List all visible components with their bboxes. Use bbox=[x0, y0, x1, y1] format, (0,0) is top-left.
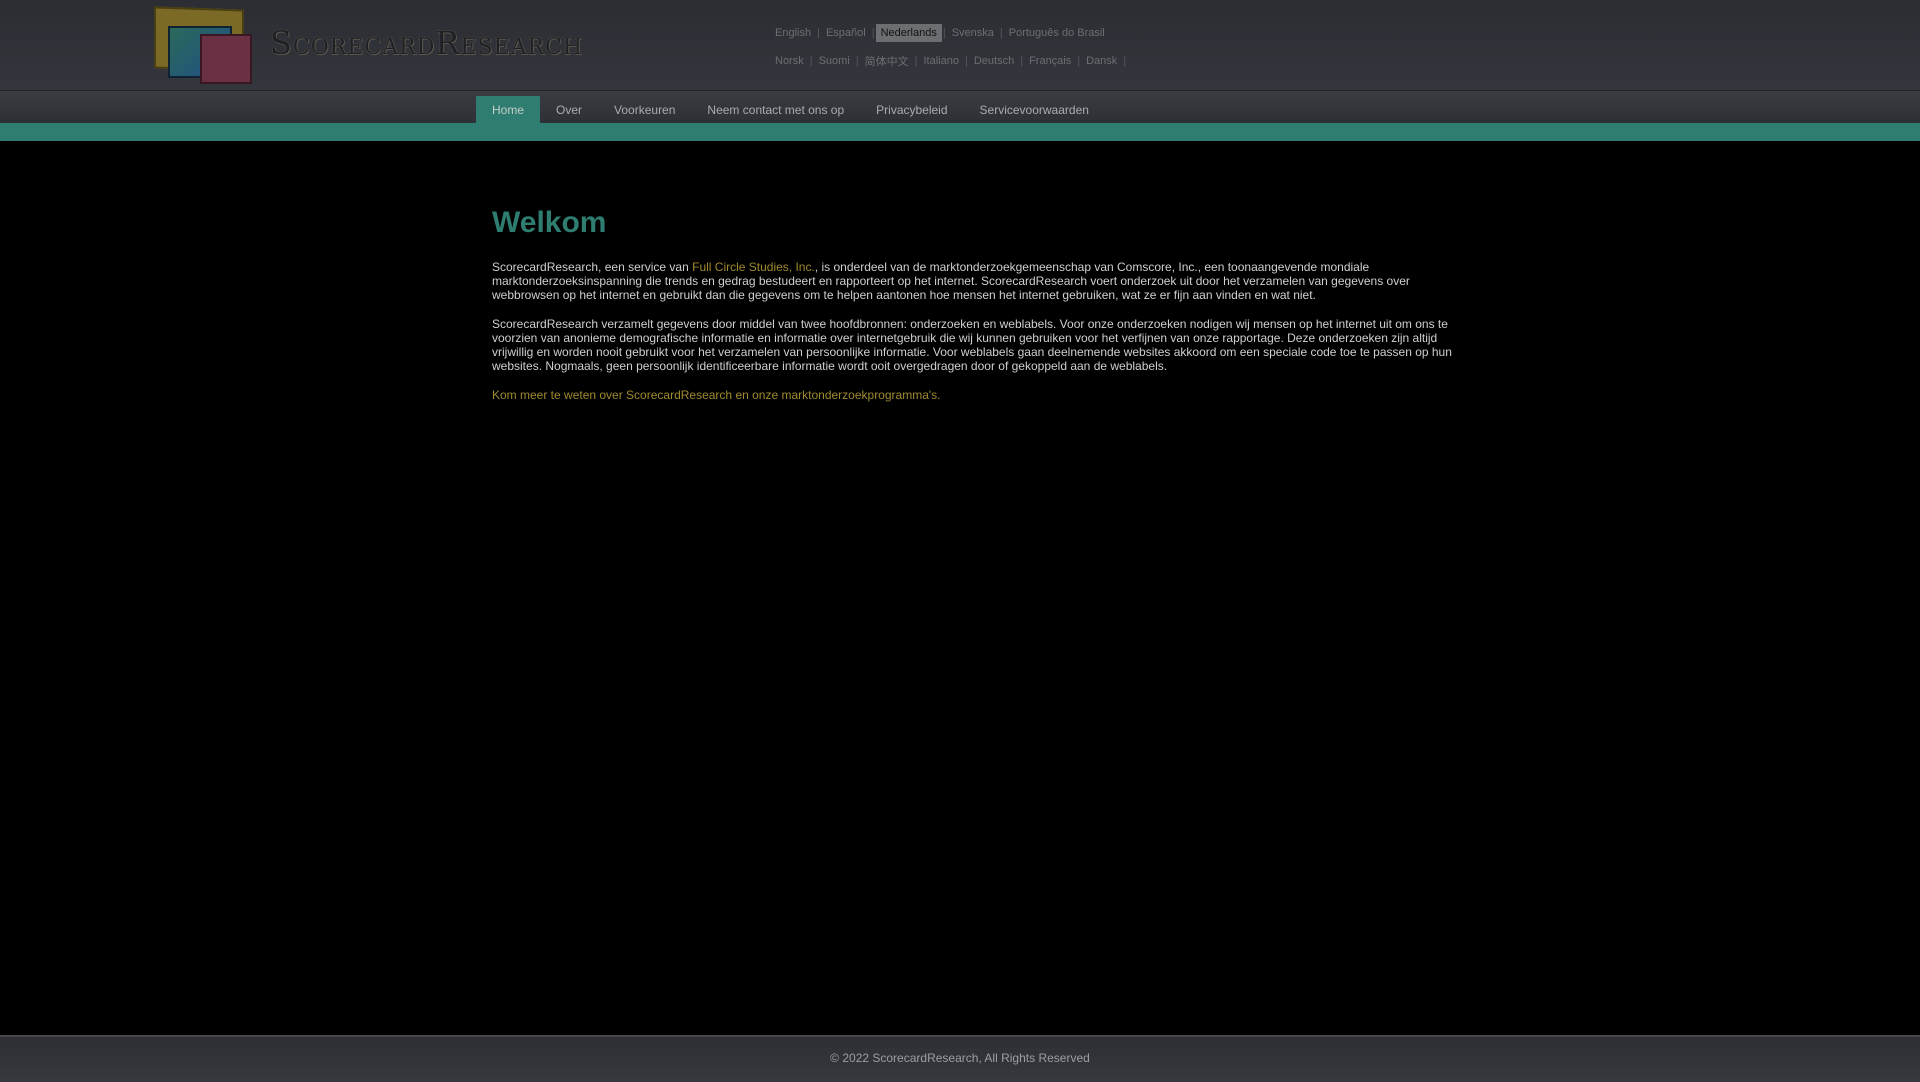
lang-espanol[interactable]: Español bbox=[821, 24, 871, 42]
language-row-2: Norsk | Suomi | 简体中文 | Italiano | Deutsc… bbox=[770, 48, 1130, 74]
lang-deutsch[interactable]: Deutsch bbox=[969, 52, 1019, 70]
main-content: Welkom ScorecardResearch, een service va… bbox=[492, 206, 1458, 417]
site-footer: © 2022 ScorecardResearch, All Rights Res… bbox=[0, 1035, 1920, 1082]
nav-servicevoorwaarden[interactable]: Servicevoorwaarden bbox=[964, 96, 1105, 124]
nav-privacybeleid[interactable]: Privacybeleid bbox=[860, 96, 963, 124]
nav-tabs: Home Over Voorkeuren Neem contact met on… bbox=[476, 96, 1105, 124]
learn-more-link[interactable]: Kom meer te weten over ScorecardResearch… bbox=[492, 388, 941, 402]
copyright-text: © 2022 ScorecardResearch, All Rights Res… bbox=[830, 1051, 1090, 1065]
lang-suomi[interactable]: Suomi bbox=[814, 52, 855, 70]
lang-nederlands[interactable]: Nederlands bbox=[875, 24, 942, 42]
accent-bar bbox=[0, 123, 1920, 141]
language-row-1: English | Español | Nederlands | Svenska… bbox=[770, 20, 1130, 46]
logo-square-red bbox=[200, 34, 252, 84]
intro-paragraph: ScorecardResearch, een service van Full … bbox=[492, 260, 1458, 302]
logo-wordmark: ScorecardResearch bbox=[270, 24, 584, 62]
lang-chinese[interactable]: 简体中文 bbox=[860, 50, 914, 72]
nav-contact[interactable]: Neem contact met ons op bbox=[691, 96, 860, 124]
lang-svenska[interactable]: Svenska bbox=[947, 24, 999, 42]
site-header: ScorecardResearch English | Español | Ne… bbox=[0, 0, 1920, 90]
data-collection-paragraph: ScorecardResearch verzamelt gegevens doo… bbox=[492, 317, 1452, 373]
lang-separator: | bbox=[1123, 55, 1127, 67]
nav-voorkeuren[interactable]: Voorkeuren bbox=[598, 96, 691, 124]
page-title: Welkom bbox=[492, 206, 607, 239]
learn-more-paragraph: Kom meer te weten over ScorecardResearch… bbox=[492, 388, 1458, 402]
language-selector: English | Español | Nederlands | Svenska… bbox=[770, 20, 1130, 76]
full-circle-studies-link[interactable]: Full Circle Studies, Inc. bbox=[692, 260, 815, 274]
main-navigation: Home Over Voorkeuren Neem contact met on… bbox=[0, 90, 1920, 124]
lang-english[interactable]: English bbox=[770, 24, 816, 42]
lang-italiano[interactable]: Italiano bbox=[919, 52, 964, 70]
lang-portugues[interactable]: Português do Brasil bbox=[1004, 24, 1110, 42]
lang-francais[interactable]: Français bbox=[1024, 52, 1076, 70]
intro-text-before: ScorecardResearch, een service van bbox=[492, 260, 693, 274]
nav-home[interactable]: Home bbox=[476, 96, 541, 124]
nav-over[interactable]: Over bbox=[540, 96, 598, 124]
site-logo[interactable]: ScorecardResearch bbox=[150, 6, 584, 86]
lang-dansk[interactable]: Dansk bbox=[1081, 52, 1122, 70]
lang-norsk[interactable]: Norsk bbox=[770, 52, 809, 70]
